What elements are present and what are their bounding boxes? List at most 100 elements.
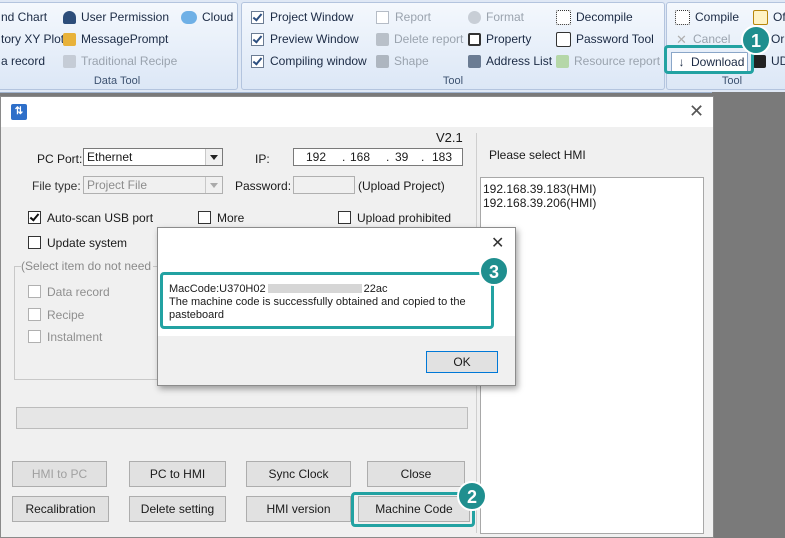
- sync-clock-button[interactable]: Sync Clock: [246, 461, 351, 487]
- traditional-recipe-label: Traditional Recipe: [81, 54, 178, 68]
- ip-input[interactable]: 192 . 168 . 39 . 183: [293, 148, 463, 166]
- upload-prohibited-label: Upload prohibited: [357, 211, 452, 225]
- workspace-background: [712, 92, 785, 536]
- update-system-checkbox[interactable]: Update system: [28, 236, 127, 250]
- usb-download-label: UD: [771, 54, 785, 68]
- shape-button[interactable]: Shape: [376, 52, 429, 70]
- hmi-to-pc-button[interactable]: HMI to PC: [12, 461, 107, 487]
- chart-button[interactable]: nd Chart: [1, 8, 47, 26]
- data-tool-group: nd Chart User Permission Cloud tory XY P…: [0, 2, 238, 90]
- property-button[interactable]: Property: [468, 30, 531, 48]
- compile-button[interactable]: Compile: [675, 8, 739, 26]
- user-permission-button[interactable]: User Permission: [63, 8, 169, 26]
- app-icon: ⇅: [11, 104, 27, 120]
- preview-window-label: Preview Window: [270, 32, 359, 46]
- file-type-select[interactable]: Project File: [83, 176, 223, 194]
- address-list-label: Address List: [486, 54, 553, 68]
- recipe-checkbox[interactable]: Recipe: [28, 308, 84, 322]
- traditional-recipe-button[interactable]: Traditional Recipe: [63, 52, 177, 70]
- step-badge-1: 1: [741, 25, 771, 55]
- message-callout: [160, 272, 494, 329]
- shape-label: Shape: [394, 54, 429, 68]
- xy-plot-button[interactable]: tory XY Plot: [1, 30, 64, 48]
- checkbox-unchecked: [28, 236, 41, 249]
- message-icon: [63, 32, 76, 46]
- popup-close-icon[interactable]: ✕: [491, 233, 504, 253]
- report-checkbox[interactable]: Report: [376, 8, 431, 26]
- compiling-window-label: Compiling window: [270, 54, 367, 68]
- pc-port-select[interactable]: Ethernet: [83, 148, 223, 166]
- chevron-down-icon: [205, 177, 222, 193]
- format-button[interactable]: Format: [468, 8, 524, 26]
- project-window-label: Project Window: [270, 10, 354, 24]
- checkbox-checked: [251, 54, 264, 68]
- property-icon: [468, 32, 481, 46]
- data-record-checkbox[interactable]: Data record: [28, 285, 110, 299]
- trash-icon: [376, 32, 389, 46]
- resource-report-button[interactable]: Resource report: [556, 52, 660, 70]
- decompile-label: Decompile: [576, 10, 633, 24]
- usb-icon: [753, 54, 766, 68]
- delete-setting-button[interactable]: Delete setting: [129, 496, 226, 522]
- checkbox-unchecked: [376, 10, 389, 24]
- auto-scan-checkbox[interactable]: Auto-scan USB port: [28, 211, 153, 225]
- format-label: Format: [486, 10, 525, 24]
- dialog-close-icon[interactable]: ✕: [689, 101, 704, 122]
- password-tool-button[interactable]: Password Tool: [556, 30, 654, 48]
- checkbox-unchecked: [338, 211, 351, 224]
- ip-dot: .: [342, 150, 346, 164]
- upload-project-label: (Upload Project): [358, 179, 445, 193]
- password-label: Password:: [235, 179, 292, 193]
- upload-prohibited-checkbox[interactable]: Upload prohibited: [338, 211, 451, 225]
- offline-label: Of: [773, 10, 785, 24]
- user-permission-label: User Permission: [81, 10, 170, 24]
- ok-button[interactable]: OK: [426, 351, 498, 373]
- checkbox-checked: [251, 32, 264, 46]
- more-checkbox[interactable]: More: [198, 211, 244, 225]
- data-tool-group-label: Data Tool: [93, 75, 141, 87]
- chart-label: nd Chart: [1, 10, 48, 24]
- pc-to-hmi-button[interactable]: PC to HMI: [129, 461, 226, 487]
- download-callout: [664, 45, 754, 74]
- ip-octet-2[interactable]: 168: [350, 150, 370, 164]
- ip-octet-4[interactable]: 183: [432, 150, 452, 164]
- format-icon: [468, 10, 481, 24]
- delete-report-button[interactable]: Delete report: [376, 30, 463, 48]
- project-window-checkbox[interactable]: Project Window: [251, 8, 353, 26]
- decompile-button[interactable]: Decompile: [556, 8, 633, 26]
- cloud-button[interactable]: Cloud: [181, 8, 233, 26]
- checkbox-unchecked: [28, 285, 41, 298]
- close-button[interactable]: Close: [367, 461, 465, 487]
- checkbox-checked: [251, 10, 264, 24]
- address-list-button[interactable]: Address List: [468, 52, 552, 70]
- compiling-window-checkbox[interactable]: Compiling window: [251, 52, 367, 70]
- file-type-label: File type:: [32, 179, 81, 193]
- select-item-groupbox: [14, 266, 165, 380]
- address-list-icon: [468, 54, 481, 68]
- checkbox-unchecked: [28, 330, 41, 343]
- report-label: Report: [395, 10, 432, 24]
- hmi-list-item[interactable]: 192.168.39.206(HMI): [483, 196, 596, 210]
- resource-report-label: Resource report: [574, 54, 661, 68]
- preview-window-checkbox[interactable]: Preview Window: [251, 30, 359, 48]
- message-prompt-button[interactable]: MessagePrompt: [63, 30, 168, 48]
- step-badge-2: 2: [457, 481, 487, 511]
- tool-group: Project Window Report Format Decompile P…: [241, 2, 665, 90]
- message-prompt-label: MessagePrompt: [81, 32, 169, 46]
- version-label: V2.1: [436, 130, 463, 145]
- delete-report-label: Delete report: [394, 32, 464, 46]
- recalibration-button[interactable]: Recalibration: [12, 496, 109, 522]
- ip-octet-1[interactable]: 192: [306, 150, 326, 164]
- xy-plot-label: tory XY Plot: [1, 32, 65, 46]
- data-record-button[interactable]: a record: [1, 52, 45, 70]
- cloud-label: Cloud: [202, 10, 234, 24]
- ip-dot: .: [421, 150, 425, 164]
- hmi-version-button[interactable]: HMI version: [246, 496, 351, 522]
- hmi-list-item[interactable]: 192.168.39.183(HMI): [483, 182, 596, 196]
- instalment-label: Instalment: [47, 330, 103, 344]
- instalment-checkbox[interactable]: Instalment: [28, 330, 102, 344]
- password-input[interactable]: [293, 176, 355, 194]
- pc-port-label: PC Port:: [37, 152, 83, 166]
- ip-octet-3[interactable]: 39: [395, 150, 408, 164]
- offline-button[interactable]: Of: [753, 8, 785, 26]
